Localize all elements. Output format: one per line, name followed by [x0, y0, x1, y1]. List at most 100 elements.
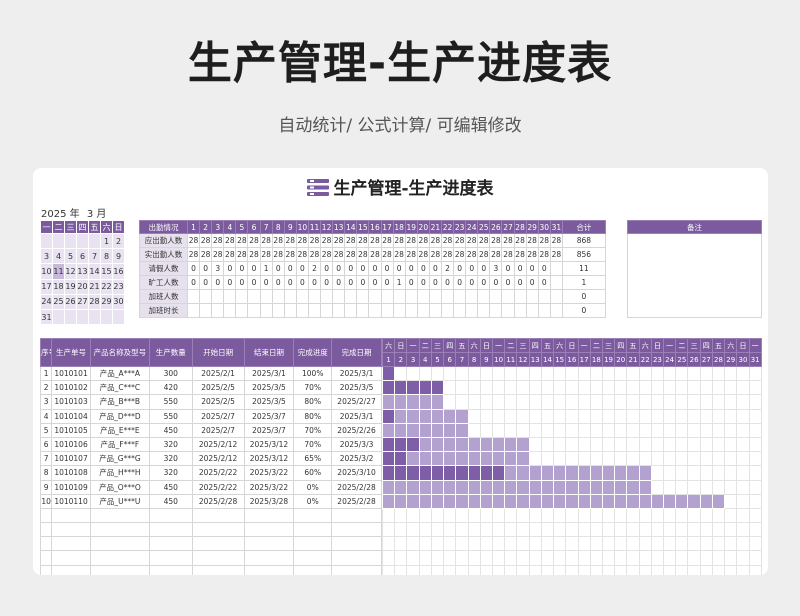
cell-end[interactable]: 2025/3/22	[243, 479, 295, 495]
attendance-cell[interactable]: 28	[416, 247, 430, 262]
attendance-cell[interactable]: 0	[453, 261, 467, 276]
calendar-day[interactable]: 14	[88, 263, 101, 280]
cell-no[interactable]: 1	[39, 365, 53, 382]
empty-cell[interactable]	[191, 564, 245, 575]
cell-qty[interactable]: 450	[148, 479, 193, 495]
attendance-cell[interactable]	[307, 289, 322, 304]
attendance-cell[interactable]: 0	[453, 275, 467, 290]
calendar-day[interactable]: 10	[40, 263, 53, 280]
attendance-cell[interactable]: 0	[525, 261, 539, 276]
empty-cell[interactable]	[243, 507, 295, 524]
cell-qty[interactable]: 300	[148, 365, 193, 382]
empty-cell[interactable]	[293, 522, 333, 538]
attendance-cell[interactable]	[199, 303, 213, 318]
attendance-cell[interactable]: 28	[525, 247, 539, 262]
attendance-cell[interactable]	[537, 303, 551, 318]
attendance-cell[interactable]: 28	[501, 247, 515, 262]
attendance-cell[interactable]: 28	[416, 233, 430, 248]
attendance-cell[interactable]: 0	[259, 275, 273, 290]
attendance-cell[interactable]: 28	[513, 247, 527, 262]
cell-progress[interactable]: 70%	[293, 380, 333, 396]
attendance-cell[interactable]: 28	[453, 247, 467, 262]
empty-cell[interactable]	[293, 550, 333, 566]
attendance-cell[interactable]: 0	[392, 261, 406, 276]
cell-end[interactable]: 2025/3/22	[243, 465, 295, 481]
empty-cell[interactable]	[39, 507, 53, 524]
attendance-cell[interactable]: 0	[416, 275, 430, 290]
empty-cell[interactable]	[39, 522, 53, 538]
attendance-cell[interactable]: 0	[186, 275, 201, 290]
cell-no[interactable]: 3	[39, 394, 53, 410]
empty-cell[interactable]	[293, 536, 333, 552]
calendar-day[interactable]: 9	[112, 248, 125, 265]
attendance-cell[interactable]: 0	[235, 275, 249, 290]
cell-done[interactable]: 2025/3/3	[331, 436, 382, 453]
cell-no[interactable]: 4	[39, 408, 53, 424]
attendance-cell[interactable]: 28	[332, 247, 346, 262]
empty-cell[interactable]	[39, 564, 53, 575]
calendar-day[interactable]: 20	[76, 278, 89, 295]
cell-no[interactable]: 2	[39, 380, 53, 396]
calendar-day[interactable]: 27	[76, 293, 89, 310]
calendar-day[interactable]: 11	[52, 263, 65, 280]
calendar-day[interactable]: 24	[40, 293, 53, 310]
cell-done[interactable]: 2025/3/1	[331, 408, 382, 424]
calendar-day[interactable]: 15	[100, 263, 113, 280]
attendance-cell[interactable]: 0	[271, 261, 285, 276]
attendance-cell[interactable]: 28	[404, 247, 418, 262]
attendance-cell[interactable]	[477, 303, 491, 318]
attendance-cell[interactable]	[211, 289, 225, 304]
empty-cell[interactable]	[148, 522, 193, 538]
cell-done[interactable]: 2025/3/5	[331, 380, 382, 396]
cell-order[interactable]: 1010110	[51, 493, 91, 509]
attendance-cell[interactable]	[453, 289, 467, 304]
attendance-cell[interactable]: 0	[211, 275, 225, 290]
attendance-cell[interactable]	[344, 303, 358, 318]
attendance-cell[interactable]	[332, 289, 346, 304]
attendance-cell[interactable]: 0	[501, 275, 515, 290]
attendance-cell[interactable]: 0	[368, 261, 382, 276]
attendance-cell[interactable]: 0	[186, 261, 201, 276]
calendar-day[interactable]: 26	[64, 293, 77, 310]
attendance-cell[interactable]: 0	[428, 261, 442, 276]
attendance-cell[interactable]: 0	[344, 275, 358, 290]
attendance-cell[interactable]	[235, 289, 249, 304]
attendance-cell[interactable]: 28	[320, 233, 334, 248]
attendance-cell[interactable]: 0	[416, 261, 430, 276]
attendance-cell[interactable]	[259, 303, 273, 318]
attendance-cell[interactable]: 0	[356, 261, 370, 276]
empty-cell[interactable]	[331, 536, 382, 552]
attendance-cell[interactable]: 28	[465, 247, 479, 262]
attendance-cell[interactable]: 0	[513, 275, 527, 290]
attendance-cell[interactable]: 28	[537, 247, 551, 262]
empty-cell[interactable]	[243, 522, 295, 538]
cell-no[interactable]: 8	[39, 465, 53, 481]
cell-product[interactable]: 产品_A***A	[89, 365, 150, 382]
cell-start[interactable]: 2025/2/5	[191, 380, 245, 396]
cell-done[interactable]: 2025/2/28	[331, 479, 382, 495]
calendar-day[interactable]: 19	[64, 278, 77, 295]
empty-cell[interactable]	[148, 536, 193, 552]
attendance-cell[interactable]: 28	[295, 233, 309, 248]
empty-cell[interactable]	[89, 536, 150, 552]
attendance-cell[interactable]	[380, 303, 394, 318]
attendance-cell[interactable]: 28	[477, 247, 491, 262]
attendance-cell[interactable]	[549, 289, 563, 304]
attendance-cell[interactable]: 28	[211, 233, 225, 248]
attendance-cell[interactable]: 0	[368, 275, 382, 290]
attendance-cell[interactable]	[440, 303, 455, 318]
empty-cell[interactable]	[51, 536, 91, 552]
cell-end[interactable]: 2025/3/5	[243, 380, 295, 396]
attendance-cell[interactable]: 28	[186, 247, 201, 262]
empty-cell[interactable]	[243, 564, 295, 575]
attendance-cell[interactable]: 28	[465, 233, 479, 248]
empty-cell[interactable]	[331, 550, 382, 566]
attendance-cell[interactable]	[332, 303, 346, 318]
attendance-cell[interactable]	[428, 303, 442, 318]
cell-start[interactable]: 2025/2/22	[191, 465, 245, 481]
attendance-cell[interactable]: 28	[235, 233, 249, 248]
attendance-cell[interactable]: 0	[223, 261, 237, 276]
attendance-cell[interactable]: 1	[259, 261, 273, 276]
attendance-cell[interactable]	[307, 303, 322, 318]
empty-cell[interactable]	[51, 522, 91, 538]
